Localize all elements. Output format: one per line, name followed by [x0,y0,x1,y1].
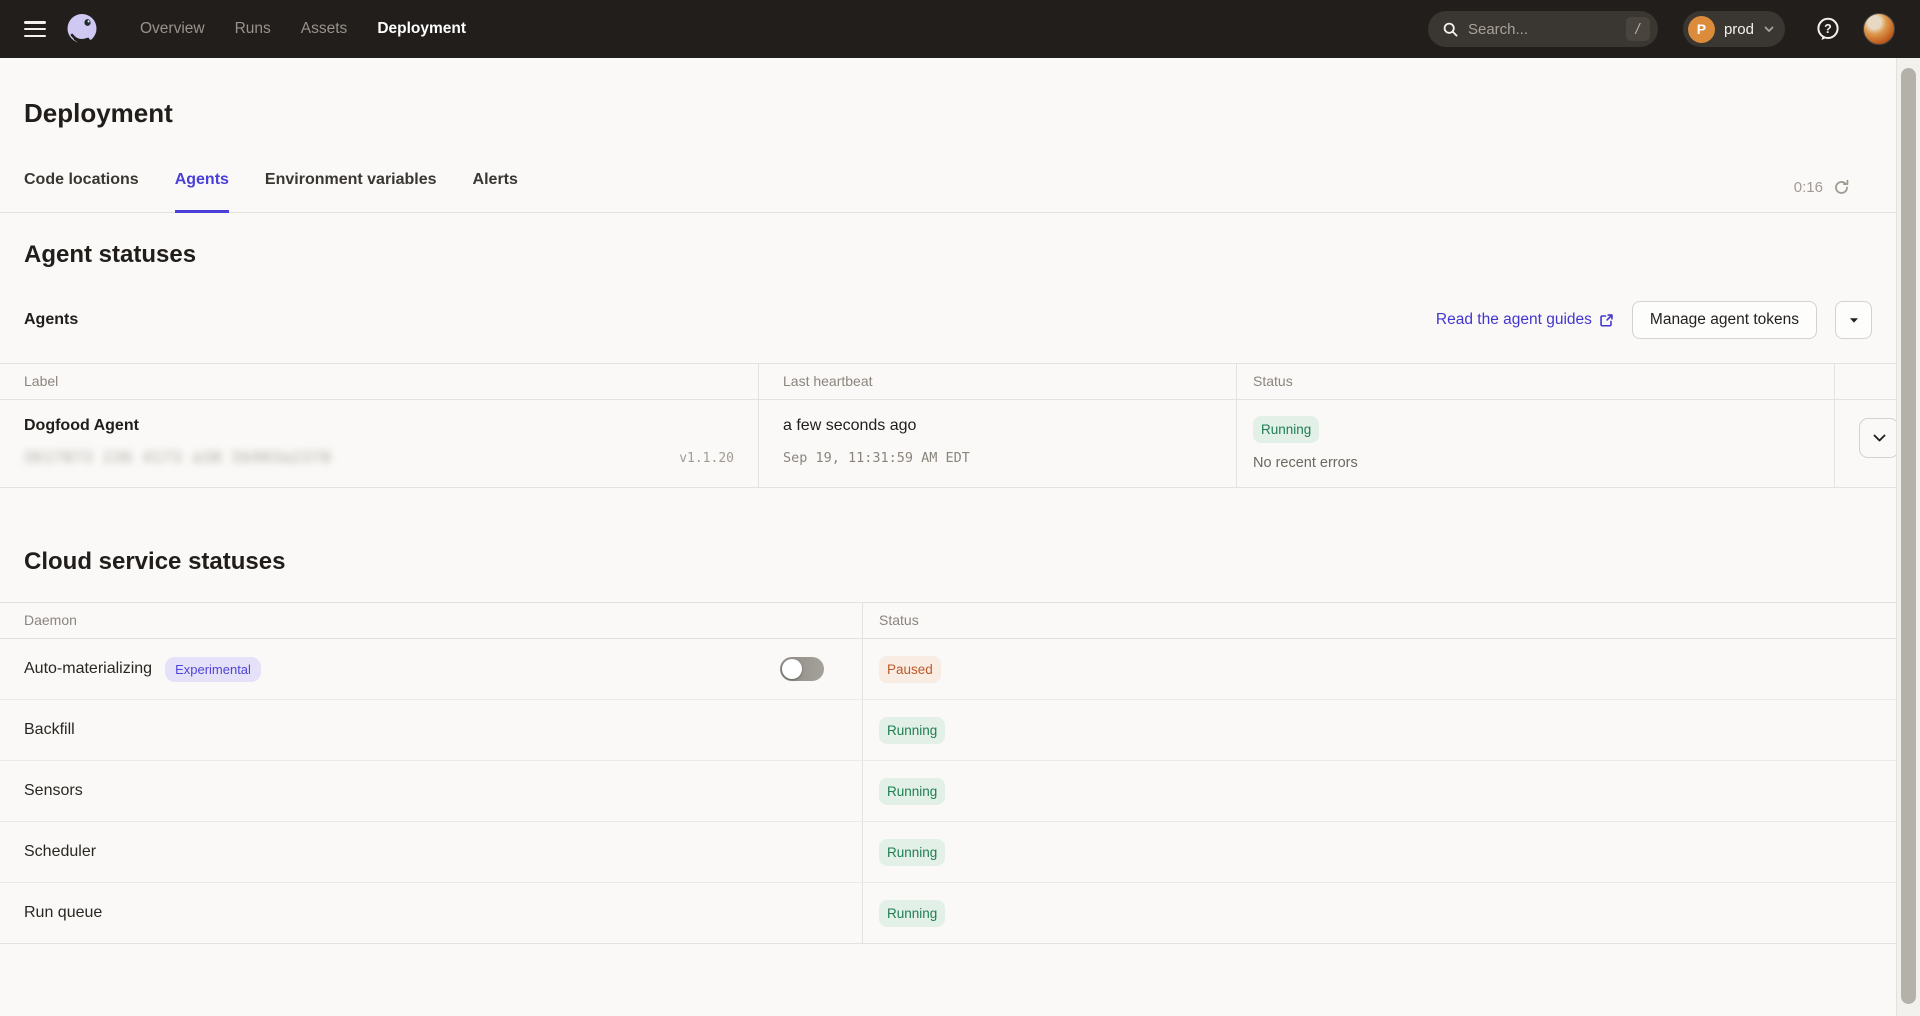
agent-guides-link[interactable]: Read the agent guides [1436,311,1614,329]
service-row-sensors: Sensors Running [0,761,1896,822]
service-status-cell: Paused [862,639,1896,699]
status-badge-running: Running [879,900,945,927]
help-icon[interactable]: ? [1814,15,1842,43]
agent-actions-dropdown-button[interactable] [1835,301,1872,339]
refresh-timer: 0:16 [1794,179,1823,196]
nav-assets[interactable]: Assets [301,20,348,38]
nav-overview[interactable]: Overview [140,20,205,38]
user-avatar[interactable] [1863,13,1895,45]
agent-row: Dogfood Agent 3617873 236 4173 a38 5b903… [0,400,1896,487]
nav-runs[interactable]: Runs [235,20,271,38]
manage-agent-tokens-button[interactable]: Manage agent tokens [1632,301,1817,339]
deployment-badge: P [1688,16,1715,43]
daemon-name: Run queue [24,904,102,922]
chevron-down-icon [1763,23,1775,35]
tab-environment-variables[interactable]: Environment variables [265,170,437,212]
status-badge-running: Running [879,717,945,744]
col-last-heartbeat: Last heartbeat [758,364,1236,399]
top-navigation: Overview Runs Assets Deployment [140,20,466,38]
agents-subheading: Agents [24,311,78,329]
daemon-name: Auto-materializing [24,660,152,678]
agents-table-header: Label Last heartbeat Status [0,364,1896,400]
col-service-status: Status [862,603,1896,638]
agent-statuses-heading: Agent statuses [0,213,1896,269]
daemon-name: Backfill [24,721,75,739]
col-status: Status [1236,364,1834,399]
heartbeat-relative: a few seconds ago [783,416,1212,436]
agent-id-redacted: 3617873 236 4173 a38 5b903a2378 [24,450,667,466]
expand-row-button[interactable] [1859,418,1899,458]
service-row-backfill: Backfill Running [0,700,1896,761]
heartbeat-timestamp: Sep 19, 11:31:59 AM EDT [783,450,1212,466]
svg-text:?: ? [1824,22,1832,36]
col-actions [1834,364,1896,399]
status-badge-running: Running [879,839,945,866]
auto-materializing-toggle[interactable] [780,657,824,681]
tab-agents[interactable]: Agents [175,170,229,212]
agent-status-cell: Running No recent errors [1236,400,1834,487]
service-row-auto-materializing: Auto-materializing Experimental Paused [0,639,1896,700]
daemon-cell: Auto-materializing Experimental [0,639,862,699]
tab-alerts[interactable]: Alerts [473,170,518,212]
agent-version: v1.1.20 [679,451,734,466]
refresh-status: 0:16 [1794,179,1850,196]
page-title: Deployment [0,58,1896,128]
external-link-icon [1599,313,1614,328]
daemon-name: Sensors [24,782,83,800]
nav-deployment[interactable]: Deployment [377,20,466,38]
agent-guides-link-label: Read the agent guides [1436,311,1592,329]
services-table: Daemon Status Auto-materializing Experim… [0,602,1896,944]
col-daemon: Daemon [0,603,862,638]
scrollbar-thumb[interactable] [1901,68,1916,1004]
status-badge: Running [1253,416,1319,443]
menu-icon[interactable] [24,21,46,37]
search-placeholder: Search... [1468,21,1617,38]
tab-bar: Code locations Agents Environment variab… [0,170,1896,213]
agents-toolbar: Agents Read the agent guides Manage agen… [0,301,1896,339]
search-input[interactable]: Search... / [1428,11,1658,47]
refresh-icon[interactable] [1833,179,1850,196]
search-shortcut-key: / [1626,17,1650,41]
service-row-run-queue: Run queue Running [0,883,1896,943]
deployment-switcher[interactable]: P prod [1683,11,1785,47]
agent-label-cell: Dogfood Agent 3617873 236 4173 a38 5b903… [0,400,758,487]
deployment-switcher-label: prod [1724,21,1754,38]
main-content: Deployment Code locations Agents Environ… [0,58,1896,944]
services-table-header: Daemon Status [0,603,1896,639]
status-badge-paused: Paused [879,656,941,683]
service-row-scheduler: Scheduler Running [0,822,1896,883]
topbar: Overview Runs Assets Deployment Search..… [0,0,1920,58]
agent-heartbeat-cell: a few seconds ago Sep 19, 11:31:59 AM ED… [758,400,1236,487]
daemon-name: Scheduler [24,843,96,861]
cloud-service-statuses-heading: Cloud service statuses [0,488,1896,576]
col-label: Label [0,364,758,399]
agents-table: Label Last heartbeat Status Dogfood Agen… [0,363,1896,488]
dagster-logo-icon[interactable] [64,11,100,47]
vertical-scrollbar[interactable] [1896,58,1920,1016]
search-icon [1442,21,1459,38]
tab-code-locations[interactable]: Code locations [24,170,139,212]
agent-name: Dogfood Agent [24,416,734,436]
status-badge-running: Running [879,778,945,805]
experimental-badge: Experimental [165,657,261,682]
agent-errors-text: No recent errors [1253,455,1810,471]
